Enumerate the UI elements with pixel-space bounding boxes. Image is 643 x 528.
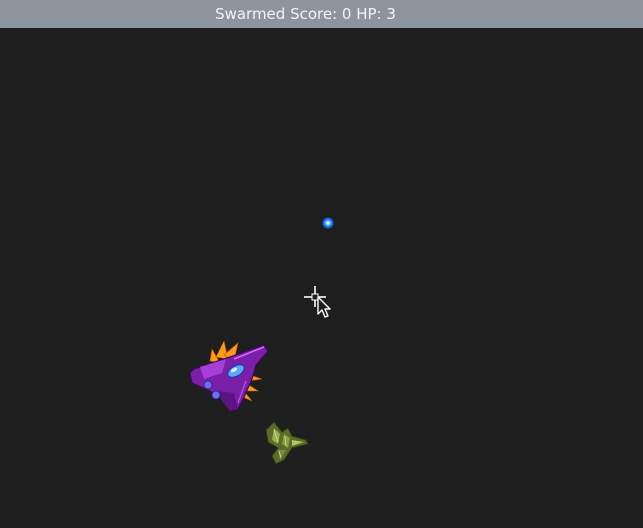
enemy-ship-sprite (265, 421, 309, 465)
player-ship-sprite (189, 340, 269, 412)
window-title: Swarmed Score: 0 HP: 3 (215, 5, 396, 23)
game-canvas[interactable] (0, 28, 643, 528)
crosshair-cursor-icon (304, 286, 331, 318)
title-bar[interactable]: Swarmed Score: 0 HP: 3 (0, 0, 643, 28)
bullet-sprite (322, 217, 334, 229)
game-window: Swarmed Score: 0 HP: 3 (0, 0, 643, 528)
